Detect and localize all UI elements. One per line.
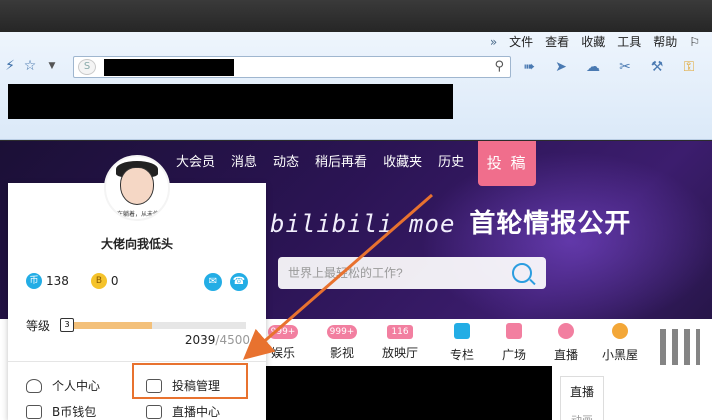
menu-tools[interactable]: 工具: [611, 32, 647, 52]
live-icon: [558, 323, 574, 339]
menu-view[interactable]: 查看: [539, 32, 575, 52]
bcoin-icon: B: [90, 273, 107, 289]
redacted-bar: [8, 84, 453, 119]
chevron-down-icon[interactable]: ▼: [42, 56, 62, 76]
coin-icon: 币: [26, 273, 42, 289]
category-column[interactable]: 专栏: [434, 323, 490, 363]
category-badge: 999+: [326, 325, 358, 339]
level-badge: 3: [60, 318, 74, 332]
live-tab-label: 直播: [569, 385, 594, 399]
redacted-content: [256, 366, 552, 420]
category-more-icon[interactable]: [660, 329, 700, 365]
toolbar-extensions: ➠ ➤ ☁ ✂ ⚒ ⚿: [518, 54, 700, 80]
wrench-icon[interactable]: ⚒: [646, 59, 668, 75]
wallet-icon: [26, 404, 42, 419]
camera-icon: [146, 404, 162, 419]
square-icon: [506, 323, 522, 339]
menu-help[interactable]: 帮助: [647, 32, 683, 52]
category-badge: 999+: [267, 325, 299, 339]
nav-history[interactable]: 历史: [430, 141, 472, 184]
highlight-box: [132, 363, 248, 399]
banner-headline: 首轮情报公开: [469, 209, 632, 239]
menubar-chevron[interactable]: »: [484, 35, 503, 49]
anime-tab-label[interactable]: 动画: [561, 412, 603, 420]
banner-logo: bilibili moe: [270, 210, 456, 238]
category-label: 小黑屋: [601, 348, 638, 362]
category-movies[interactable]: 999+ 影视: [314, 323, 370, 361]
category-label: 广场: [501, 348, 526, 362]
nav-watch-later[interactable]: 稍后再看: [307, 141, 375, 184]
avatar[interactable]: "在躺着，从未停": [104, 155, 170, 221]
coin-value: 138: [46, 274, 69, 288]
category-label: 专栏: [449, 348, 474, 362]
category-theater[interactable]: 116 放映厅: [372, 323, 428, 361]
mail-icon[interactable]: ✉: [204, 273, 222, 291]
bolt-icon[interactable]: ⚡: [0, 56, 20, 76]
search-input[interactable]: [288, 263, 508, 283]
panel-divider: [8, 361, 266, 362]
link-bcoin-wallet[interactable]: B币钱包: [26, 403, 96, 420]
address-bar[interactable]: S ⚲: [73, 56, 511, 78]
key-icon[interactable]: ⚿: [678, 59, 700, 75]
link-live-center[interactable]: 直播中心: [146, 403, 220, 420]
category-badge: 116: [387, 325, 413, 339]
menu-favorites[interactable]: 收藏: [575, 32, 611, 52]
avatar-caption: "在躺着，从未停": [114, 211, 162, 218]
category-label: 直播: [553, 348, 578, 362]
link-label: B币钱包: [52, 405, 97, 419]
exp-max: /4500: [215, 333, 250, 347]
site-search: [278, 257, 546, 289]
category-square[interactable]: 广场: [486, 323, 542, 363]
browser-toolbar: ⚡ ☆ ▼ S ⚲ ➠ ➤ ☁ ✂ ⚒ ⚿: [0, 54, 712, 80]
address-search-icon[interactable]: ⚲: [494, 59, 504, 74]
phone-icon[interactable]: ☎: [230, 273, 248, 291]
nav-favorites[interactable]: 收藏夹: [375, 141, 430, 184]
exp-progress-bar: [74, 322, 246, 329]
scissors-icon[interactable]: ✂: [614, 59, 636, 75]
link-label: 直播中心: [172, 405, 221, 419]
avatar-face: [120, 167, 154, 205]
nav-messages[interactable]: 消息: [223, 141, 265, 184]
scales-icon: [612, 323, 628, 339]
nav-vip[interactable]: 大会员: [168, 141, 223, 184]
level-label: 等级: [26, 319, 51, 333]
site-security-icon: S: [78, 59, 96, 75]
bcoin-value: 0: [110, 274, 119, 288]
coin-balance: 币 138 B 0: [26, 273, 141, 289]
skin-icon[interactable]: ⚐: [683, 32, 706, 52]
link-personal-center[interactable]: 个人中心: [26, 377, 100, 394]
link-label: 个人中心: [52, 379, 101, 393]
site-navbar: 大会员 消息 动态 稍后再看 收藏夹 历史 投 稿: [168, 141, 537, 186]
exp-progress-fill: [74, 322, 152, 329]
nav-dynamics[interactable]: 动态: [265, 141, 307, 184]
person-icon: [26, 378, 42, 393]
category-live[interactable]: 直播: [538, 323, 594, 363]
submit-button[interactable]: 投 稿: [478, 141, 537, 186]
category-blackroom[interactable]: 小黑屋: [592, 323, 648, 363]
exp-current: 2039: [184, 333, 216, 347]
category-label: 放映厅: [381, 346, 418, 360]
url-redacted: [104, 59, 234, 76]
cloud-icon[interactable]: ☁: [582, 59, 604, 75]
exp-readout: 2039/4500: [185, 333, 250, 347]
desktop-strip: [0, 0, 712, 32]
column-icon: [454, 323, 470, 339]
live-tab[interactable]: 直播 动画: [560, 376, 604, 420]
browser-chrome: » 文件 查看 收藏 工具 帮助 ⚐ ⚡ ☆ ▼ S ⚲ ➠ ➤ ☁ ✂ ⚒ ⚿: [0, 32, 712, 140]
cursor-icon[interactable]: ➤: [550, 59, 572, 75]
category-label: 影视: [329, 346, 354, 360]
menu-file[interactable]: 文件: [503, 32, 539, 52]
browser-menubar: » 文件 查看 收藏 工具 帮助 ⚐: [484, 32, 712, 52]
username[interactable]: 大佬向我低头: [8, 235, 266, 252]
banner-title: bilibili moe 首轮情报公开: [270, 203, 631, 240]
search-icon[interactable]: [512, 263, 532, 283]
star-icon[interactable]: ☆: [20, 56, 40, 76]
bookmark-icon[interactable]: ➠: [518, 59, 540, 75]
